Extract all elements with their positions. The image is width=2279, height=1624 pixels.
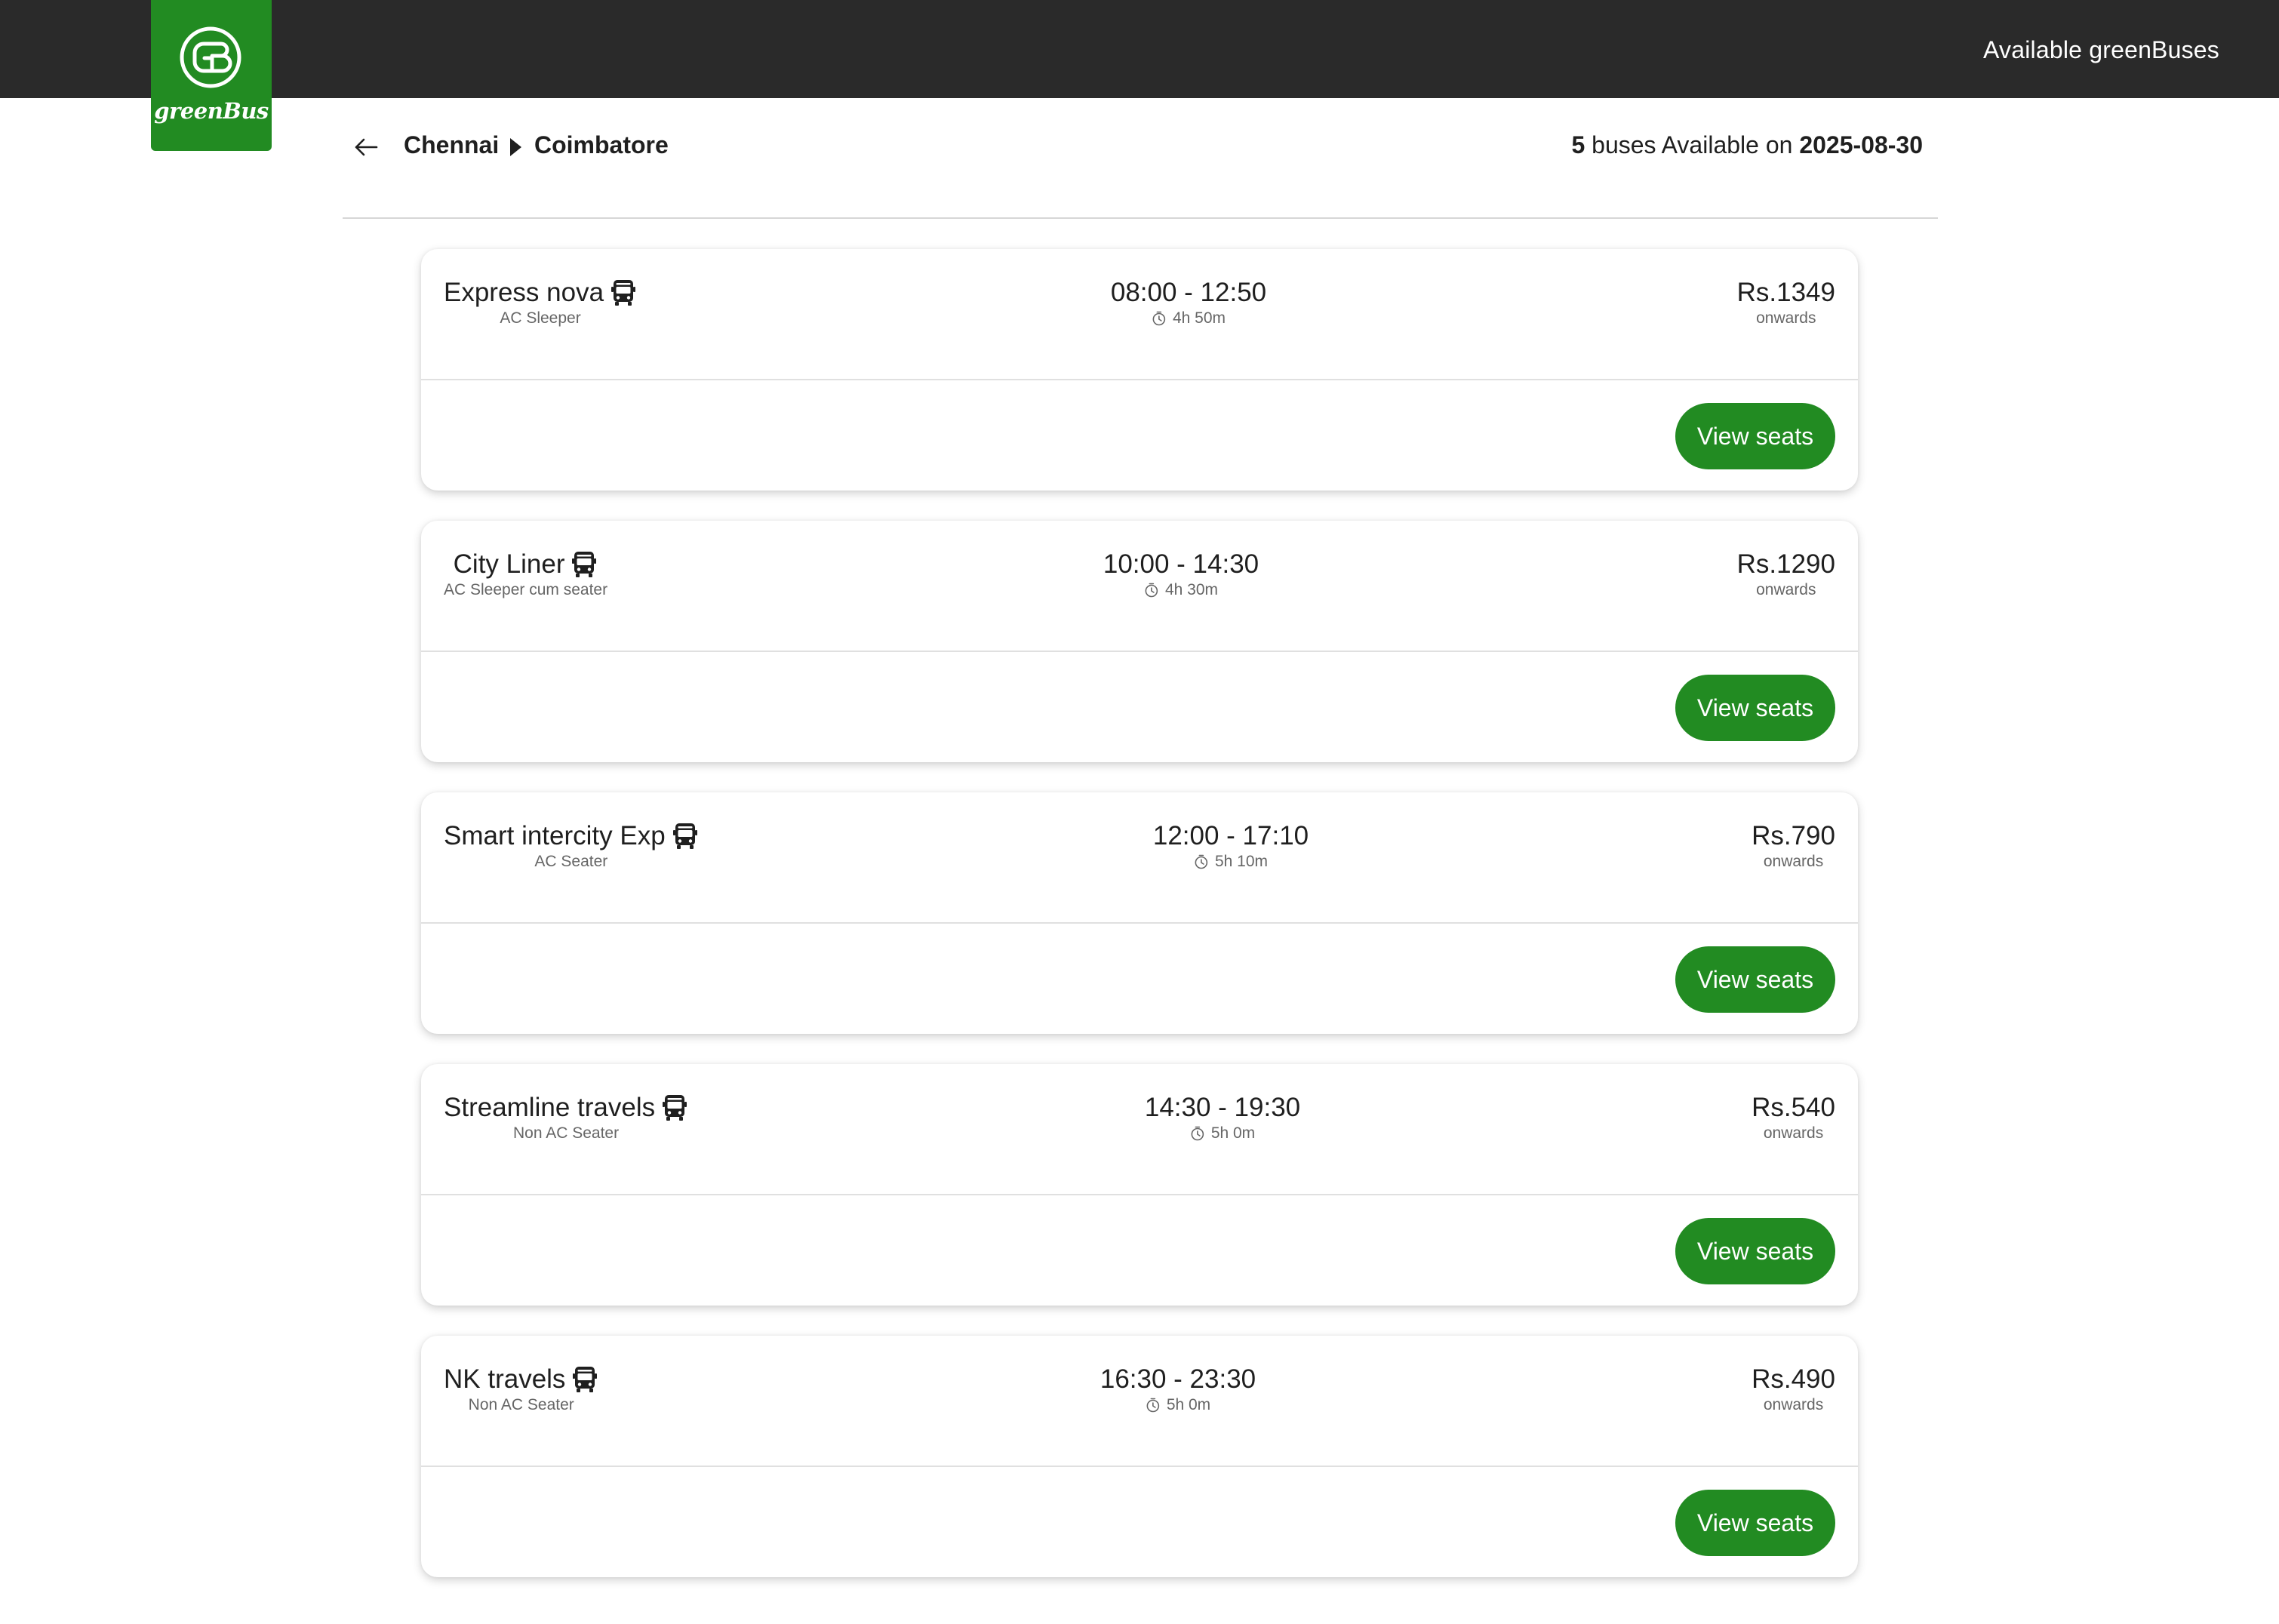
bus-card-header: Streamline travels Non AC Seater 14:30 -…	[421, 1064, 1858, 1194]
view-seats-button[interactable]: View seats	[1675, 675, 1835, 741]
bus-card-header: Express nova AC Sleeper 08:00 - 12:50 4h…	[421, 249, 1858, 379]
trip-duration: 4h 30m	[1164, 581, 1219, 598]
bus-name: City Liner	[453, 549, 565, 579]
back-arrow-icon[interactable]	[353, 134, 379, 160]
bus-timing: 12:00 - 17:10 5h 10m	[1153, 821, 1309, 871]
route-origin: Chennai	[404, 131, 500, 158]
clock-icon	[1145, 583, 1158, 598]
availability-summary: 5 buses Available on 2025-08-30	[1571, 131, 1923, 159]
bus-card: Smart intercity Exp AC Seater 12:00 - 17…	[421, 792, 1858, 1034]
clock-icon	[1152, 311, 1166, 326]
card-divider	[421, 379, 1858, 380]
bus-card: Express nova AC Sleeper 08:00 - 12:50 4h…	[421, 249, 1858, 491]
bus-card: Streamline travels Non AC Seater 14:30 -…	[421, 1064, 1858, 1306]
bus-name: Streamline travels	[444, 1093, 656, 1122]
trip-duration: 4h 50m	[1172, 309, 1226, 327]
bus-fare: Rs.1349 onwards	[1737, 278, 1835, 328]
fare-onwards-label: onwards	[1763, 1124, 1824, 1142]
bus-name: NK travels	[444, 1364, 566, 1394]
bus-fare: Rs.540 onwards	[1752, 1093, 1835, 1143]
fare-price: Rs.790	[1752, 821, 1835, 850]
trip-duration: 5h 10m	[1214, 853, 1269, 870]
bus-type: Non AC Seater	[513, 1124, 620, 1142]
bus-timing: 16:30 - 23:30 5h 0m	[1100, 1364, 1256, 1414]
bus-fare: Rs.1290 onwards	[1737, 549, 1835, 599]
departure-arrival-time: 08:00 - 12:50	[1110, 278, 1267, 307]
clock-icon	[1191, 1126, 1204, 1141]
departure-arrival-time: 10:00 - 14:30	[1103, 549, 1259, 579]
bus-icon	[663, 1095, 687, 1121]
bus-info: City Liner AC Sleeper cum seater	[444, 549, 607, 599]
bus-count: 5	[1571, 131, 1585, 158]
card-divider	[421, 1194, 1858, 1195]
bus-type: Non AC Seater	[468, 1396, 574, 1413]
fare-onwards-label: onwards	[1756, 309, 1816, 327]
fare-onwards-label: onwards	[1763, 1396, 1824, 1413]
view-seats-button[interactable]: View seats	[1675, 1218, 1835, 1284]
card-divider	[421, 922, 1858, 924]
bus-fare: Rs.790 onwards	[1752, 821, 1835, 871]
logo-wordmark: greenBus	[154, 98, 269, 124]
page-heading: Available greenBuses	[1983, 36, 2219, 63]
bus-fare: Rs.490 onwards	[1752, 1364, 1835, 1414]
bus-type: AC Sleeper cum seater	[444, 581, 608, 598]
departure-arrival-time: 16:30 - 23:30	[1100, 1364, 1256, 1394]
greenbus-logo[interactable]: greenBus	[151, 0, 272, 151]
fare-onwards-label: onwards	[1763, 853, 1824, 870]
fare-price: Rs.1349	[1736, 278, 1835, 307]
summary-text: buses Available on	[1585, 131, 1800, 158]
bus-type: AC Seater	[534, 853, 608, 870]
bus-card: City Liner AC Sleeper cum seater 10:00 -…	[421, 521, 1858, 762]
fare-price: Rs.1290	[1736, 549, 1835, 579]
bus-card-header: City Liner AC Sleeper cum seater 10:00 -…	[421, 521, 1858, 651]
caret-right-icon	[510, 138, 521, 156]
trip-duration: 5h 0m	[1210, 1124, 1256, 1142]
bus-timing: 10:00 - 14:30 4h 30m	[1103, 549, 1259, 599]
bus-name: Smart intercity Exp	[444, 821, 666, 850]
bus-info: Smart intercity Exp AC Seater	[444, 821, 699, 871]
bus-card: NK travels Non AC Seater 16:30 - 23:30 5…	[421, 1336, 1858, 1577]
route-destination: Coimbatore	[534, 131, 669, 158]
card-divider	[421, 1466, 1858, 1467]
bus-info: NK travels Non AC Seater	[444, 1364, 598, 1414]
departure-arrival-time: 14:30 - 19:30	[1144, 1093, 1301, 1122]
bus-info: Express nova AC Sleeper	[444, 278, 637, 328]
bus-icon	[611, 280, 636, 306]
bus-card-header: NK travels Non AC Seater 16:30 - 23:30 5…	[421, 1336, 1858, 1466]
route-bar: Chennai Coimbatore 5 buses Available on …	[343, 115, 1938, 180]
bus-info: Streamline travels Non AC Seater	[444, 1093, 688, 1143]
bus-type: AC Sleeper	[500, 309, 581, 327]
clock-icon	[1195, 854, 1208, 869]
bus-timing: 08:00 - 12:50 4h 50m	[1111, 278, 1266, 328]
bus-card-header: Smart intercity Exp AC Seater 12:00 - 17…	[421, 792, 1858, 922]
bus-name: Express nova	[444, 278, 604, 307]
travel-date: 2025-08-30	[1799, 131, 1923, 158]
departure-arrival-time: 12:00 - 17:10	[1152, 821, 1309, 850]
top-navbar: Available greenBuses	[0, 0, 2279, 98]
bus-icon	[572, 552, 597, 577]
bus-icon	[573, 1367, 598, 1392]
bus-timing: 14:30 - 19:30 5h 0m	[1145, 1093, 1300, 1143]
view-seats-button[interactable]: View seats	[1675, 403, 1835, 469]
clock-icon	[1146, 1398, 1160, 1413]
view-seats-button[interactable]: View seats	[1675, 946, 1835, 1013]
route-divider	[343, 217, 1938, 219]
view-seats-button[interactable]: View seats	[1675, 1490, 1835, 1556]
fare-onwards-label: onwards	[1756, 581, 1816, 598]
fare-price: Rs.540	[1752, 1093, 1835, 1122]
trip-duration: 5h 0m	[1166, 1396, 1211, 1413]
fare-price: Rs.490	[1752, 1364, 1835, 1394]
card-divider	[421, 651, 1858, 652]
logo-monogram-icon	[180, 26, 241, 88]
bus-icon	[672, 823, 697, 849]
